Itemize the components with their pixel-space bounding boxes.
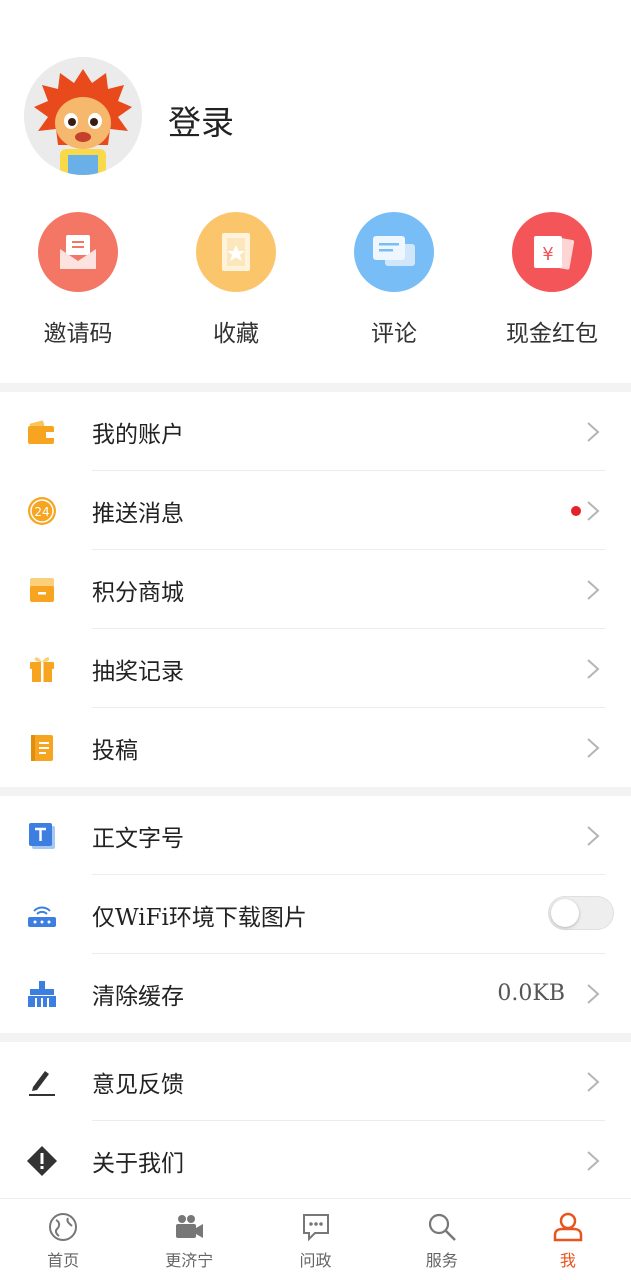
chevron-right-icon <box>587 659 600 679</box>
gift-icon <box>26 653 58 685</box>
menu-item-lottery-records[interactable]: 抽奖记录 <box>0 629 631 708</box>
tab-label: 更济宁 <box>165 1251 214 1270</box>
chevron-right-icon <box>587 1072 600 1092</box>
tab-me[interactable]: 我 <box>505 1199 631 1280</box>
tab-services[interactable]: 服务 <box>379 1199 505 1280</box>
tab-label: 问政 <box>299 1251 332 1270</box>
chevron-right-icon <box>587 984 600 1004</box>
tab-label: 首页 <box>47 1251 80 1270</box>
chevron-right-icon <box>587 580 600 600</box>
avatar[interactable] <box>24 57 142 175</box>
menu-item-label: 积分商城 <box>92 579 184 606</box>
quick-action-label: 邀请码 <box>43 321 113 347</box>
quick-action-comments[interactable]: 评论 <box>324 212 464 348</box>
quick-action-label: 现金红包 <box>506 321 598 347</box>
unread-dot <box>571 506 581 516</box>
section-divider <box>0 787 631 796</box>
user-icon <box>552 1211 584 1243</box>
menu-item-points-mall[interactable]: 积分商城 <box>0 550 631 629</box>
wifi-only-toggle[interactable] <box>548 896 614 930</box>
chevron-right-icon <box>587 501 600 521</box>
font-size-icon <box>26 820 58 852</box>
envelope-icon <box>38 212 118 292</box>
quick-action-invite-code[interactable]: 邀请码 <box>8 212 148 348</box>
quick-action-favorites[interactable]: 收藏 <box>166 212 306 348</box>
tab-home[interactable]: 首页 <box>0 1199 126 1280</box>
menu-item-submit-article[interactable]: 投稿 <box>0 708 631 787</box>
menu-item-label: 清除缓存 <box>92 983 184 1010</box>
menu-item-push-messages[interactable]: 24 推送消息 <box>0 471 631 550</box>
menu-item-feedback[interactable]: 意见反馈 <box>0 1042 631 1121</box>
section-divider <box>0 383 631 392</box>
tab-jining[interactable]: 更济宁 <box>126 1199 252 1280</box>
router-icon <box>26 899 58 931</box>
svg-text:24: 24 <box>34 505 49 519</box>
red-packet-icon: ¥ <box>512 212 592 292</box>
bottom-tab-bar: 首页 更济宁 问政 服务 我 <box>0 1198 631 1280</box>
tab-inquiry[interactable]: 问政 <box>252 1199 378 1280</box>
chevron-right-icon <box>587 422 600 442</box>
store-icon <box>26 574 58 606</box>
video-camera-icon <box>173 1211 205 1243</box>
login-label[interactable]: 登录 <box>168 96 234 144</box>
push-24-icon: 24 <box>26 495 58 527</box>
info-diamond-icon <box>26 1145 58 1177</box>
profile-header: 登录 邀请码 收藏 评论 ¥ 现金红包 <box>0 0 631 383</box>
chevron-right-icon <box>587 826 600 846</box>
chevron-right-icon <box>587 738 600 758</box>
wallet-icon <box>26 416 58 448</box>
tab-label: 我 <box>559 1251 576 1270</box>
section-divider <box>0 1033 631 1042</box>
menu-item-label: 推送消息 <box>92 500 184 527</box>
quick-action-red-packet[interactable]: ¥ 现金红包 <box>482 212 622 348</box>
menu-item-label: 仅WiFi环境下载图片 <box>92 904 307 931</box>
cache-size-value: 0.0KB <box>497 981 565 1006</box>
notebook-icon <box>26 732 58 764</box>
menu-item-label: 关于我们 <box>92 1150 184 1177</box>
comment-icon <box>354 212 434 292</box>
menu-section-about: 意见反馈 关于我们 <box>0 1042 631 1200</box>
svg-text:¥: ¥ <box>542 244 553 265</box>
tab-label: 服务 <box>425 1251 458 1270</box>
chat-icon <box>300 1211 332 1243</box>
chevron-right-icon <box>587 1151 600 1171</box>
menu-item-clear-cache[interactable]: 清除缓存 0.0KB <box>0 954 631 1033</box>
menu-item-about-us[interactable]: 关于我们 <box>0 1121 631 1200</box>
menu-item-font-size[interactable]: 正文字号 <box>0 796 631 875</box>
menu-item-label: 抽奖记录 <box>92 658 184 685</box>
bookmark-icon <box>196 212 276 292</box>
menu-item-label: 我的账户 <box>92 421 184 448</box>
quick-action-label: 评论 <box>371 321 417 347</box>
search-icon <box>426 1211 458 1243</box>
menu-section-account: 我的账户 24 推送消息 积分商城 抽奖记录 投稿 <box>0 392 631 787</box>
lion-mascot-icon <box>24 57 142 175</box>
broom-icon <box>26 978 58 1010</box>
menu-item-label: 投稿 <box>92 737 138 764</box>
edit-icon <box>26 1066 58 1098</box>
menu-section-settings: 正文字号 仅WiFi环境下载图片 清除缓存 0.0KB <box>0 796 631 1033</box>
menu-item-my-account[interactable]: 我的账户 <box>0 392 631 471</box>
menu-item-label: 意见反馈 <box>92 1071 184 1098</box>
menu-item-wifi-only-images: 仅WiFi环境下载图片 <box>0 875 631 954</box>
globe-icon <box>47 1211 79 1243</box>
quick-action-label: 收藏 <box>213 321 259 347</box>
menu-item-label: 正文字号 <box>92 825 184 852</box>
